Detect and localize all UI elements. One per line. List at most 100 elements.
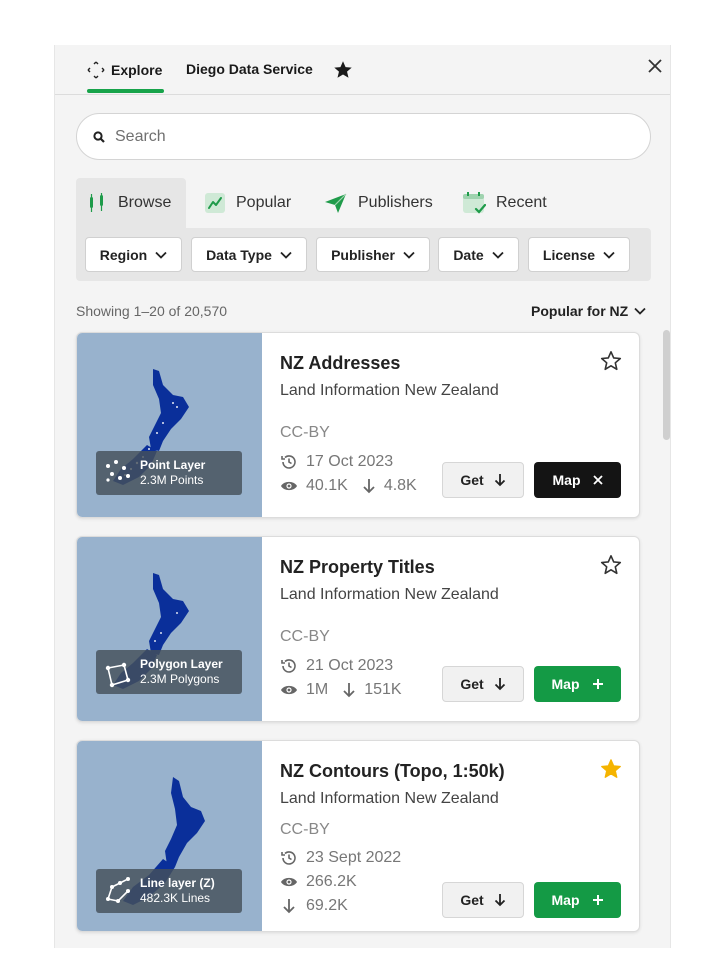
dataset-card[interactable]: Point Layer 2.3M Points NZ Addresses Lan… — [76, 332, 640, 518]
filter-date[interactable]: Date — [438, 237, 519, 272]
plus-icon — [592, 895, 603, 905]
search-input[interactable] — [115, 127, 595, 146]
dataset-date: 17 Oct 2023 — [306, 453, 394, 470]
dataset-title[interactable]: NZ Contours (Topo, 1:50k) — [280, 761, 505, 782]
dataset-date: 21 Oct 2023 — [306, 657, 394, 674]
eye-icon — [281, 877, 297, 887]
dataset-title[interactable]: NZ Property Titles — [280, 557, 435, 578]
download-arrow-icon — [363, 479, 375, 494]
map-button-label: Map — [551, 892, 580, 908]
chevron-down-icon — [603, 251, 615, 259]
close-icon[interactable] — [644, 55, 666, 77]
dataset-downloads: 69.2K — [306, 897, 348, 914]
filter-bar: Region Data Type Publisher Date License — [76, 228, 651, 281]
filter-publisher[interactable]: Publisher — [316, 237, 430, 272]
dataset-card[interactable]: Polygon Layer 2.3M Polygons NZ Property … — [76, 536, 640, 722]
results-count: Showing 1–20 of 20,570 — [76, 303, 228, 319]
map-add-button[interactable]: Map — [534, 882, 621, 918]
search-icon — [93, 130, 105, 143]
star-outline-icon[interactable] — [599, 553, 623, 577]
close-icon — [592, 475, 603, 485]
map-remove-button[interactable]: Map — [534, 462, 621, 498]
filter-region[interactable]: Region — [85, 237, 182, 272]
nz-map-image — [113, 573, 189, 689]
history-icon — [281, 455, 296, 469]
dataset-publisher[interactable]: Land Information New Zealand — [280, 790, 499, 808]
browse-tabs: Browse Popular Publishers Recent — [76, 178, 651, 228]
dataset-card[interactable]: Line layer (Z) 482.3K Lines NZ Contours … — [76, 740, 640, 932]
dataset-stats-row: 1M 151K — [280, 681, 402, 699]
dataset-thumbnail: Line layer (Z) 482.3K Lines — [77, 741, 262, 931]
layer-count: 2.3M Points — [140, 473, 204, 487]
layer-badge: Point Layer 2.3M Points — [96, 451, 242, 495]
dataset-license: CC-BY — [280, 821, 330, 838]
calendar-check-icon — [463, 192, 486, 214]
dataset-thumbnail: Polygon Layer 2.3M Polygons — [77, 537, 262, 721]
star-outline-icon[interactable] — [599, 349, 623, 373]
download-arrow-icon — [494, 474, 505, 487]
tab-publishers[interactable]: Publishers — [314, 178, 444, 228]
get-button-label: Get — [460, 472, 484, 488]
explore-icon — [87, 61, 105, 79]
get-button[interactable]: Get — [442, 666, 524, 702]
chevron-down-icon — [492, 251, 504, 259]
get-button[interactable]: Get — [442, 462, 524, 498]
layer-type: Polygon Layer — [140, 657, 223, 671]
dataset-date-row: 17 Oct 2023 — [280, 453, 393, 471]
top-bar: Explore Diego Data Service — [55, 45, 670, 95]
chevron-down-icon — [634, 307, 646, 315]
filter-license[interactable]: License — [528, 237, 630, 272]
layer-count: 482.3K Lines — [140, 891, 211, 905]
star-icon[interactable] — [332, 59, 354, 81]
tab-explore[interactable]: Explore — [87, 61, 162, 79]
filter-data-type[interactable]: Data Type — [191, 237, 307, 272]
filter-date-label: Date — [453, 246, 484, 263]
tab-browse[interactable]: Browse — [76, 178, 186, 228]
history-icon — [281, 851, 296, 865]
dataset-stats-row: 40.1K 4.8K — [280, 477, 417, 495]
tab-popular[interactable]: Popular — [194, 178, 304, 228]
dataset-thumbnail: Point Layer 2.3M Points — [77, 333, 262, 517]
sort-dropdown[interactable]: Popular for NZ — [531, 303, 646, 319]
filter-region-label: Region — [99, 246, 148, 263]
layer-badge: Line layer (Z) 482.3K Lines — [96, 869, 242, 913]
dataset-date-row: 23 Sept 2022 — [280, 849, 401, 867]
filter-publisher-label: Publisher — [331, 246, 395, 263]
search-bar[interactable] — [76, 113, 651, 160]
plus-icon — [592, 679, 603, 689]
tab-diego-data-service[interactable]: Diego Data Service — [186, 61, 313, 77]
dataset-downloads: 151K — [364, 681, 402, 698]
dataset-views-row: 266.2K — [280, 873, 357, 891]
map-button-label: Map — [552, 472, 581, 488]
download-arrow-icon — [494, 894, 505, 907]
tab-recent-label: Recent — [496, 194, 547, 211]
filter-data-type-label: Data Type — [206, 246, 272, 263]
download-arrow-icon — [283, 899, 295, 914]
dataset-downloads: 4.8K — [383, 477, 417, 494]
dataset-date: 23 Sept 2022 — [306, 849, 402, 866]
sort-label: Popular for NZ — [531, 303, 629, 319]
explore-panel: Explore Diego Data Service Browse — [54, 45, 671, 948]
eye-icon — [281, 685, 297, 695]
trend-icon — [205, 193, 225, 213]
layer-type: Line layer (Z) — [140, 876, 215, 890]
map-button-label: Map — [551, 676, 580, 692]
dataset-title[interactable]: NZ Addresses — [280, 353, 400, 374]
history-icon — [281, 659, 296, 673]
chevron-down-icon — [155, 251, 167, 259]
map-add-button[interactable]: Map — [534, 666, 621, 702]
tab-popular-label: Popular — [236, 194, 292, 211]
filter-license-label: License — [542, 246, 596, 263]
dataset-publisher[interactable]: Land Information New Zealand — [280, 382, 499, 400]
dataset-publisher[interactable]: Land Information New Zealand — [280, 586, 499, 604]
polygon-layer-icon — [105, 662, 131, 688]
layer-type: Point Layer — [140, 458, 206, 472]
get-button[interactable]: Get — [442, 882, 524, 918]
layer-badge: Polygon Layer 2.3M Polygons — [96, 650, 242, 694]
download-arrow-icon — [494, 678, 505, 691]
scrollbar-thumb[interactable] — [663, 330, 670, 440]
tab-recent[interactable]: Recent — [452, 178, 562, 228]
star-filled-icon[interactable] — [599, 757, 623, 781]
dataset-date-row: 21 Oct 2023 — [280, 657, 393, 675]
active-tab-indicator — [87, 89, 164, 93]
